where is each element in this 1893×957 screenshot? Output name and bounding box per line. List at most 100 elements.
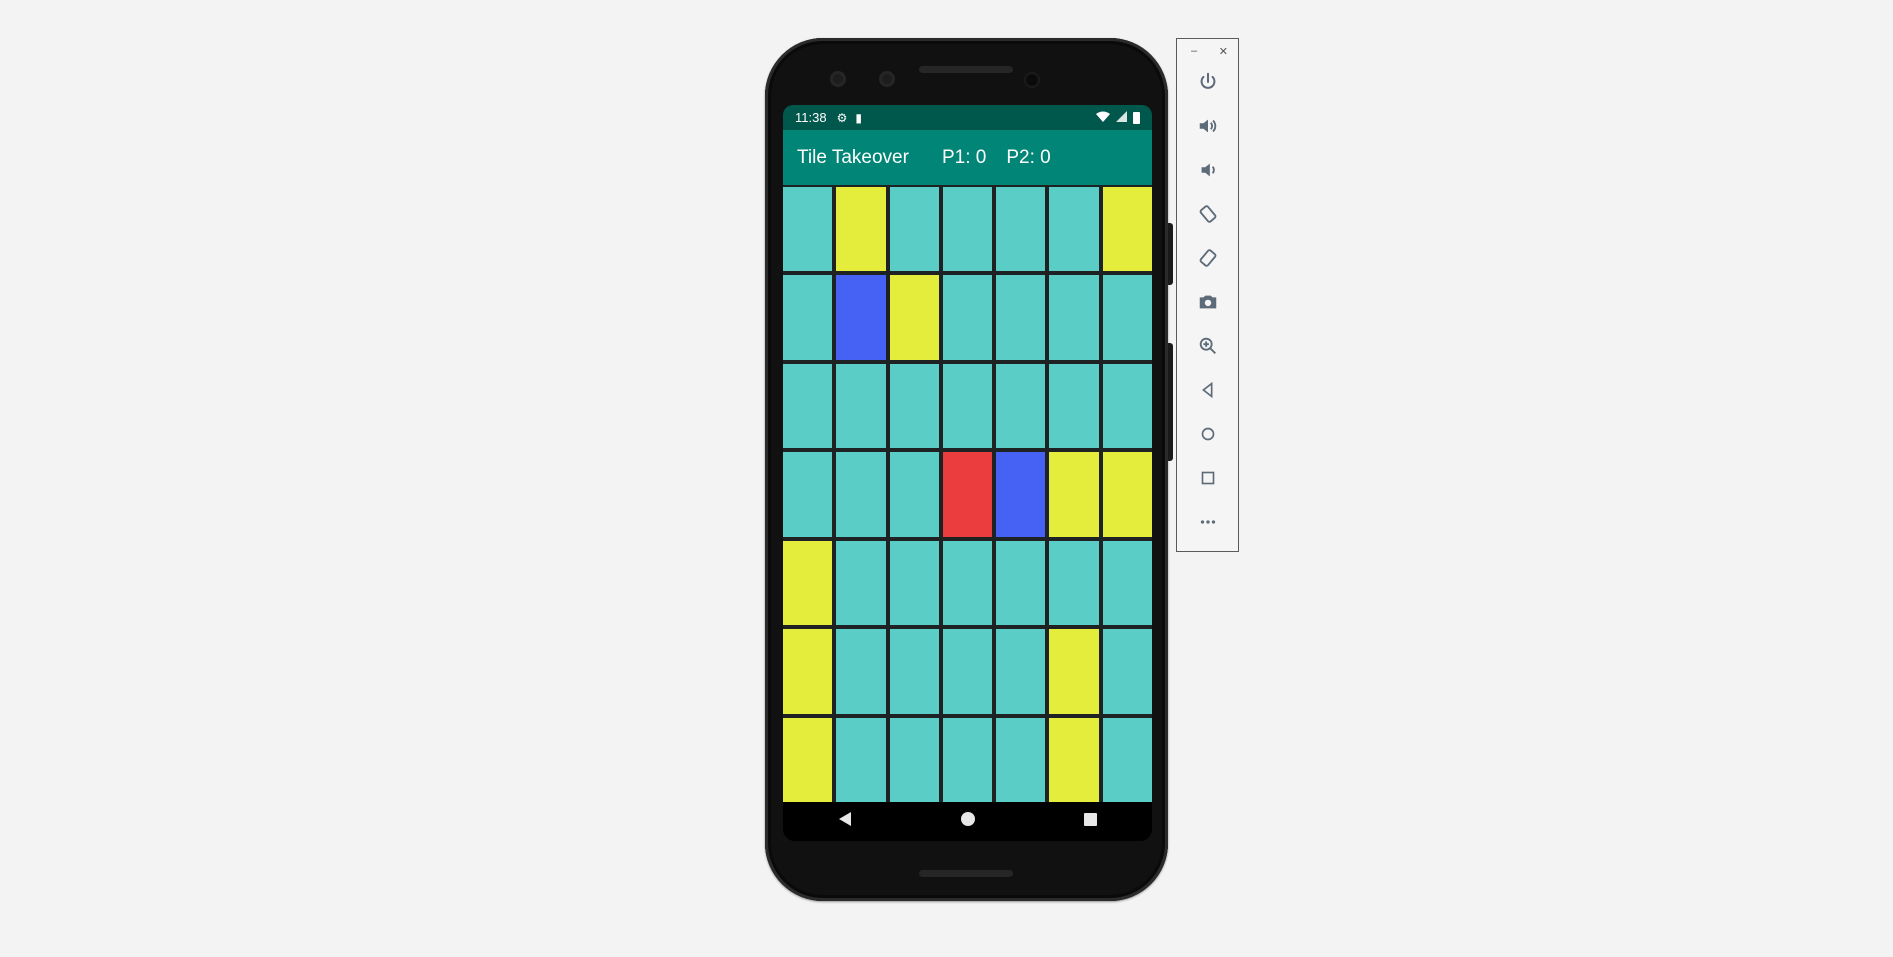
status-time: 11:38 — [795, 110, 827, 125]
tile-yellow[interactable] — [1102, 187, 1152, 272]
more-button[interactable] — [1194, 508, 1222, 536]
camera-icon — [1199, 295, 1216, 309]
volume-up-button[interactable] — [1194, 112, 1222, 140]
recents-icon — [1084, 812, 1097, 826]
home-icon — [960, 812, 975, 826]
rotate-right-icon — [1199, 249, 1216, 267]
screenshot-button[interactable] — [1194, 288, 1222, 316]
tile-teal[interactable] — [836, 363, 886, 449]
front-camera-icon — [830, 71, 846, 87]
tile-teal[interactable] — [942, 275, 993, 360]
phone-screen: 11:38 ⚙ ▮ Tile Takeover P1: 0 P2: 0 — [783, 105, 1152, 841]
tile-teal[interactable] — [996, 540, 1046, 626]
back-button[interactable] — [815, 812, 875, 831]
tile-teal[interactable] — [1102, 363, 1152, 449]
rotate-left-button[interactable] — [1194, 200, 1222, 228]
tile-teal[interactable] — [783, 275, 833, 360]
tile-teal[interactable] — [996, 187, 1046, 272]
volume-down-icon — [1201, 163, 1215, 177]
front-camera-icon — [879, 71, 895, 87]
tile-yellow[interactable] — [889, 275, 939, 360]
tile-teal[interactable] — [1102, 717, 1152, 802]
player2-score: P2: 0 — [1006, 146, 1051, 168]
tile-teal[interactable] — [889, 717, 939, 802]
tile-teal[interactable] — [996, 629, 1046, 714]
tile-blue[interactable] — [996, 452, 1046, 537]
home-icon — [1201, 427, 1214, 441]
tile-teal[interactable] — [1049, 187, 1099, 272]
tile-teal[interactable] — [1049, 275, 1099, 360]
tile-teal[interactable] — [942, 363, 993, 449]
settings-icon: ⚙ — [836, 110, 848, 125]
volume-up-icon — [1199, 119, 1216, 133]
tile-teal[interactable] — [889, 363, 939, 449]
tile-yellow[interactable] — [1049, 717, 1099, 802]
tile-yellow[interactable] — [783, 629, 833, 714]
tile-teal[interactable] — [1049, 540, 1099, 626]
player1-score: P1: 0 — [941, 146, 987, 168]
tile-teal[interactable] — [889, 187, 939, 272]
tile-teal[interactable] — [1102, 275, 1152, 360]
tile-teal[interactable] — [942, 629, 993, 714]
tile-teal[interactable] — [942, 540, 993, 626]
signal-icon — [1116, 110, 1127, 125]
bottom-speaker — [919, 870, 1013, 877]
tile-yellow[interactable] — [836, 187, 886, 272]
back-button[interactable] — [1194, 376, 1222, 404]
status-bar: 11:38 ⚙ ▮ — [783, 105, 1152, 130]
zoom-button[interactable] — [1194, 332, 1222, 360]
tile-blue[interactable] — [836, 275, 886, 360]
wifi-icon — [1096, 110, 1110, 125]
back-icon — [1201, 381, 1212, 399]
side-power-button[interactable] — [1168, 223, 1173, 285]
tile-teal[interactable] — [783, 452, 833, 537]
sd-card-icon: ▮ — [855, 110, 862, 125]
tile-teal[interactable] — [836, 452, 886, 537]
tile-yellow[interactable] — [1049, 629, 1099, 714]
side-volume-button[interactable] — [1168, 343, 1173, 461]
app-title: Tile Takeover — [797, 146, 909, 168]
power-icon — [1200, 72, 1215, 89]
home-button[interactable] — [1194, 420, 1222, 448]
tile-teal[interactable] — [996, 717, 1046, 802]
overview-button[interactable] — [1194, 464, 1222, 492]
tile-teal[interactable] — [996, 363, 1046, 449]
close-button[interactable]: ✕ — [1219, 45, 1228, 58]
home-button[interactable] — [938, 812, 998, 831]
tile-teal[interactable] — [836, 540, 886, 626]
zoom-icon — [1199, 337, 1216, 354]
rotate-left-icon — [1199, 205, 1216, 223]
earpiece-speaker — [919, 66, 1013, 73]
tile-teal[interactable] — [1102, 540, 1152, 626]
back-icon — [838, 812, 851, 826]
tile-teal[interactable] — [942, 187, 993, 272]
tile-red[interactable] — [942, 452, 993, 537]
battery-icon — [1133, 111, 1140, 124]
overview-icon — [1201, 471, 1214, 485]
tile-teal[interactable] — [889, 629, 939, 714]
tile-yellow[interactable] — [1049, 452, 1099, 537]
tile-teal[interactable] — [889, 452, 939, 537]
volume-down-button[interactable] — [1194, 156, 1222, 184]
tile-teal[interactable] — [783, 363, 833, 449]
tile-yellow[interactable] — [1102, 452, 1152, 537]
tile-teal[interactable] — [1102, 629, 1152, 714]
tile-teal[interactable] — [996, 275, 1046, 360]
window-controls: – ✕ — [1177, 39, 1238, 58]
rotate-right-button[interactable] — [1194, 244, 1222, 272]
power-button[interactable] — [1194, 68, 1222, 96]
tile-teal[interactable] — [942, 717, 993, 802]
recents-button[interactable] — [1061, 812, 1121, 831]
tile-teal[interactable] — [783, 187, 833, 272]
tile-teal[interactable] — [1049, 363, 1099, 449]
tile-yellow[interactable] — [783, 540, 833, 626]
tile-teal[interactable] — [889, 540, 939, 626]
tile-yellow[interactable] — [783, 717, 833, 802]
more-icon — [1200, 520, 1215, 524]
emulator-toolbar: – ✕ — [1176, 38, 1239, 552]
tile-teal[interactable] — [836, 717, 886, 802]
navigation-bar — [783, 802, 1152, 841]
tile-teal[interactable] — [836, 629, 886, 714]
minimize-button[interactable]: – — [1191, 45, 1197, 58]
app-bar: Tile Takeover P1: 0 P2: 0 — [783, 130, 1152, 185]
